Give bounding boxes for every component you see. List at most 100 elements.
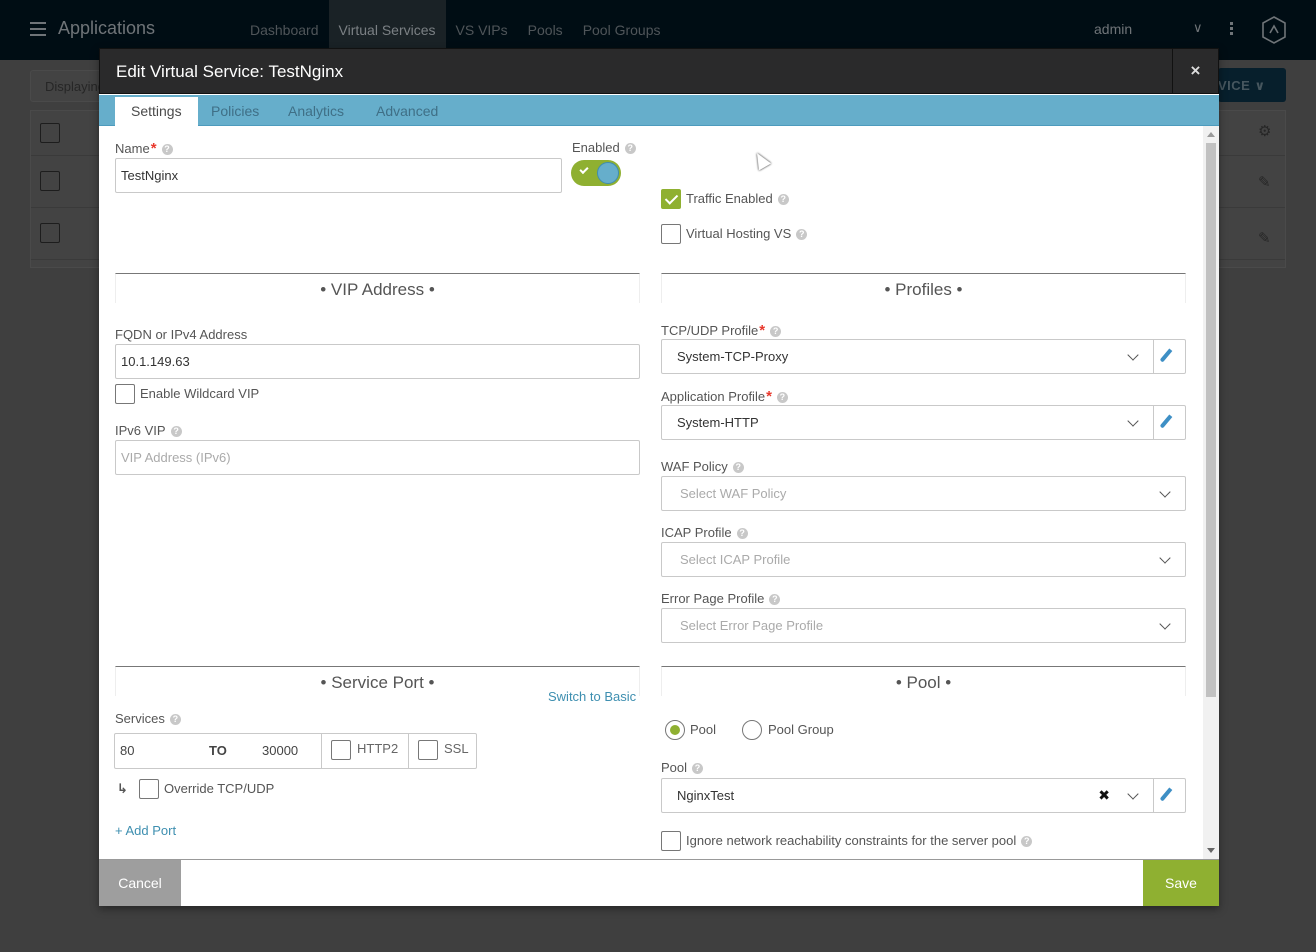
help-icon[interactable]: ? <box>736 528 748 539</box>
pencil-icon: ✎ <box>1258 174 1271 191</box>
edit-pool-button[interactable] <box>1153 779 1185 812</box>
required-asterisk: * <box>150 140 157 157</box>
tcp-udp-profile-label: TCP/UDP Profile*? <box>661 322 782 339</box>
row-checkbox <box>40 171 60 191</box>
services-label: Services? <box>115 711 181 726</box>
traffic-enabled-label: Traffic Enabled? <box>686 191 789 206</box>
edit-app-profile-button[interactable] <box>1153 406 1185 439</box>
edit-tcp-profile-button[interactable] <box>1153 340 1185 373</box>
close-icon[interactable]: × <box>1172 49 1218 93</box>
port-from-input[interactable]: 80 <box>120 734 200 768</box>
override-tcp-udp-checkbox[interactable] <box>139 779 159 799</box>
pencil-icon <box>1159 787 1173 802</box>
chevron-down-icon[interactable] <box>1159 552 1171 564</box>
scroll-up-arrow-icon[interactable] <box>1207 132 1215 137</box>
services-row: 80 TO 30000 HTTP2 SSL <box>114 733 477 769</box>
ipv6-label: IPv6 VIP? <box>115 423 182 438</box>
help-icon[interactable]: ? <box>624 143 636 154</box>
ipv6-input[interactable]: VIP Address (IPv6) <box>115 440 640 475</box>
wildcard-vip-checkbox[interactable] <box>115 384 135 404</box>
tab-advanced[interactable]: Advanced <box>360 97 454 126</box>
create-button-label: VICE <box>1218 78 1251 93</box>
ssl-checkbox[interactable] <box>418 740 438 760</box>
user-menu[interactable]: admin <box>1094 21 1132 37</box>
waf-policy-label: WAF Policy? <box>661 459 744 474</box>
help-icon[interactable]: ? <box>776 392 788 403</box>
http2-checkbox[interactable] <box>331 740 351 760</box>
help-icon[interactable]: ? <box>777 194 789 205</box>
gear-icon: ⚙ <box>1258 123 1272 140</box>
override-tcp-udp-label: Override TCP/UDP <box>164 781 275 796</box>
chevron-down-icon[interactable] <box>1127 349 1139 361</box>
fqdn-label: FQDN or IPv4 Address <box>115 327 248 342</box>
help-icon[interactable]: ? <box>169 714 181 725</box>
scrollbar-thumb[interactable] <box>1206 143 1216 697</box>
switch-to-basic-link[interactable]: Switch to Basic <box>548 689 636 704</box>
application-profile-select[interactable]: System-HTTP <box>661 405 1186 440</box>
error-label-text: Error Page Profile <box>661 591 765 606</box>
content-scrollbar[interactable] <box>1203 126 1219 859</box>
divider <box>408 734 409 768</box>
to-label: TO <box>209 743 227 758</box>
pool-radio[interactable] <box>665 720 685 740</box>
check-icon <box>579 164 589 175</box>
icap-profile-label: ICAP Profile? <box>661 525 748 540</box>
port-to-input[interactable]: 30000 <box>262 734 322 768</box>
ipv6-label-text: IPv6 VIP <box>115 423 166 438</box>
icap-profile-select[interactable]: Select ICAP Profile <box>661 542 1186 577</box>
fqdn-input[interactable]: 10.1.149.63 <box>115 344 640 379</box>
logo-icon <box>1262 16 1286 44</box>
modal-footer: Cancel Save <box>99 859 1219 906</box>
help-icon[interactable]: ? <box>692 763 704 774</box>
enabled-label-text: Enabled <box>572 140 620 155</box>
name-label: Name*? <box>115 140 173 157</box>
help-icon[interactable]: ? <box>1021 836 1033 847</box>
tcp-udp-profile-select[interactable]: System-TCP-Proxy <box>661 339 1186 374</box>
tcp-udp-profile-value: System-TCP-Proxy <box>677 349 789 364</box>
application-profile-value: System-HTTP <box>677 415 759 430</box>
pool-radio-label: Pool <box>690 722 717 737</box>
error-page-profile-select[interactable]: Select Error Page Profile <box>661 608 1186 643</box>
more-vertical-icon[interactable] <box>1230 22 1233 36</box>
add-port-link[interactable]: + Add Port <box>115 823 176 838</box>
help-icon[interactable]: ? <box>769 594 781 605</box>
name-input[interactable]: TestNginx <box>115 158 562 193</box>
enabled-toggle[interactable] <box>571 160 621 186</box>
tab-settings[interactable]: Settings <box>115 97 198 126</box>
tab-policies[interactable]: Policies <box>195 97 275 126</box>
error-page-profile-placeholder: Select Error Page Profile <box>680 618 824 633</box>
divider <box>321 734 322 768</box>
chevron-down-icon[interactable] <box>1159 618 1171 630</box>
tab-analytics[interactable]: Analytics <box>272 97 360 126</box>
chevron-down-icon[interactable]: ∨ <box>1193 20 1203 36</box>
modal-title: Edit Virtual Service: TestNginx <box>116 62 344 81</box>
scroll-down-arrow-icon[interactable] <box>1207 848 1215 853</box>
row-checkbox <box>40 223 60 243</box>
vip-address-section-title: • VIP Address • <box>115 273 640 303</box>
waf-policy-select[interactable]: Select WAF Policy <box>661 476 1186 511</box>
ignore-reachability-checkbox[interactable] <box>661 831 681 851</box>
app-label-text: Application Profile <box>661 389 766 404</box>
help-icon[interactable]: ? <box>732 462 744 473</box>
pool-select[interactable]: NginxTest ✖ <box>661 778 1186 813</box>
help-icon[interactable]: ? <box>161 144 173 155</box>
chevron-down-icon[interactable] <box>1159 486 1171 498</box>
help-icon[interactable]: ? <box>770 326 782 337</box>
cancel-button[interactable]: Cancel <box>99 860 181 906</box>
pool-label-text: Pool <box>661 760 688 775</box>
chevron-down-icon[interactable] <box>1127 415 1139 427</box>
waf-policy-placeholder: Select WAF Policy <box>680 486 787 501</box>
help-icon[interactable]: ? <box>796 229 808 240</box>
required-asterisk: * <box>766 388 772 405</box>
wildcard-vip-label: Enable Wildcard VIP <box>140 386 260 401</box>
traffic-enabled-checkbox[interactable] <box>661 189 681 209</box>
pool-group-radio-label: Pool Group <box>768 722 834 737</box>
required-asterisk: * <box>759 322 766 339</box>
virtual-hosting-checkbox[interactable] <box>661 224 681 244</box>
save-button[interactable]: Save <box>1143 860 1219 906</box>
menu-icon[interactable] <box>30 22 46 36</box>
help-icon[interactable]: ? <box>170 426 182 437</box>
chevron-down-icon[interactable] <box>1127 788 1139 800</box>
clear-icon[interactable]: ✖ <box>1098 779 1110 812</box>
pool-group-radio[interactable] <box>742 720 762 740</box>
